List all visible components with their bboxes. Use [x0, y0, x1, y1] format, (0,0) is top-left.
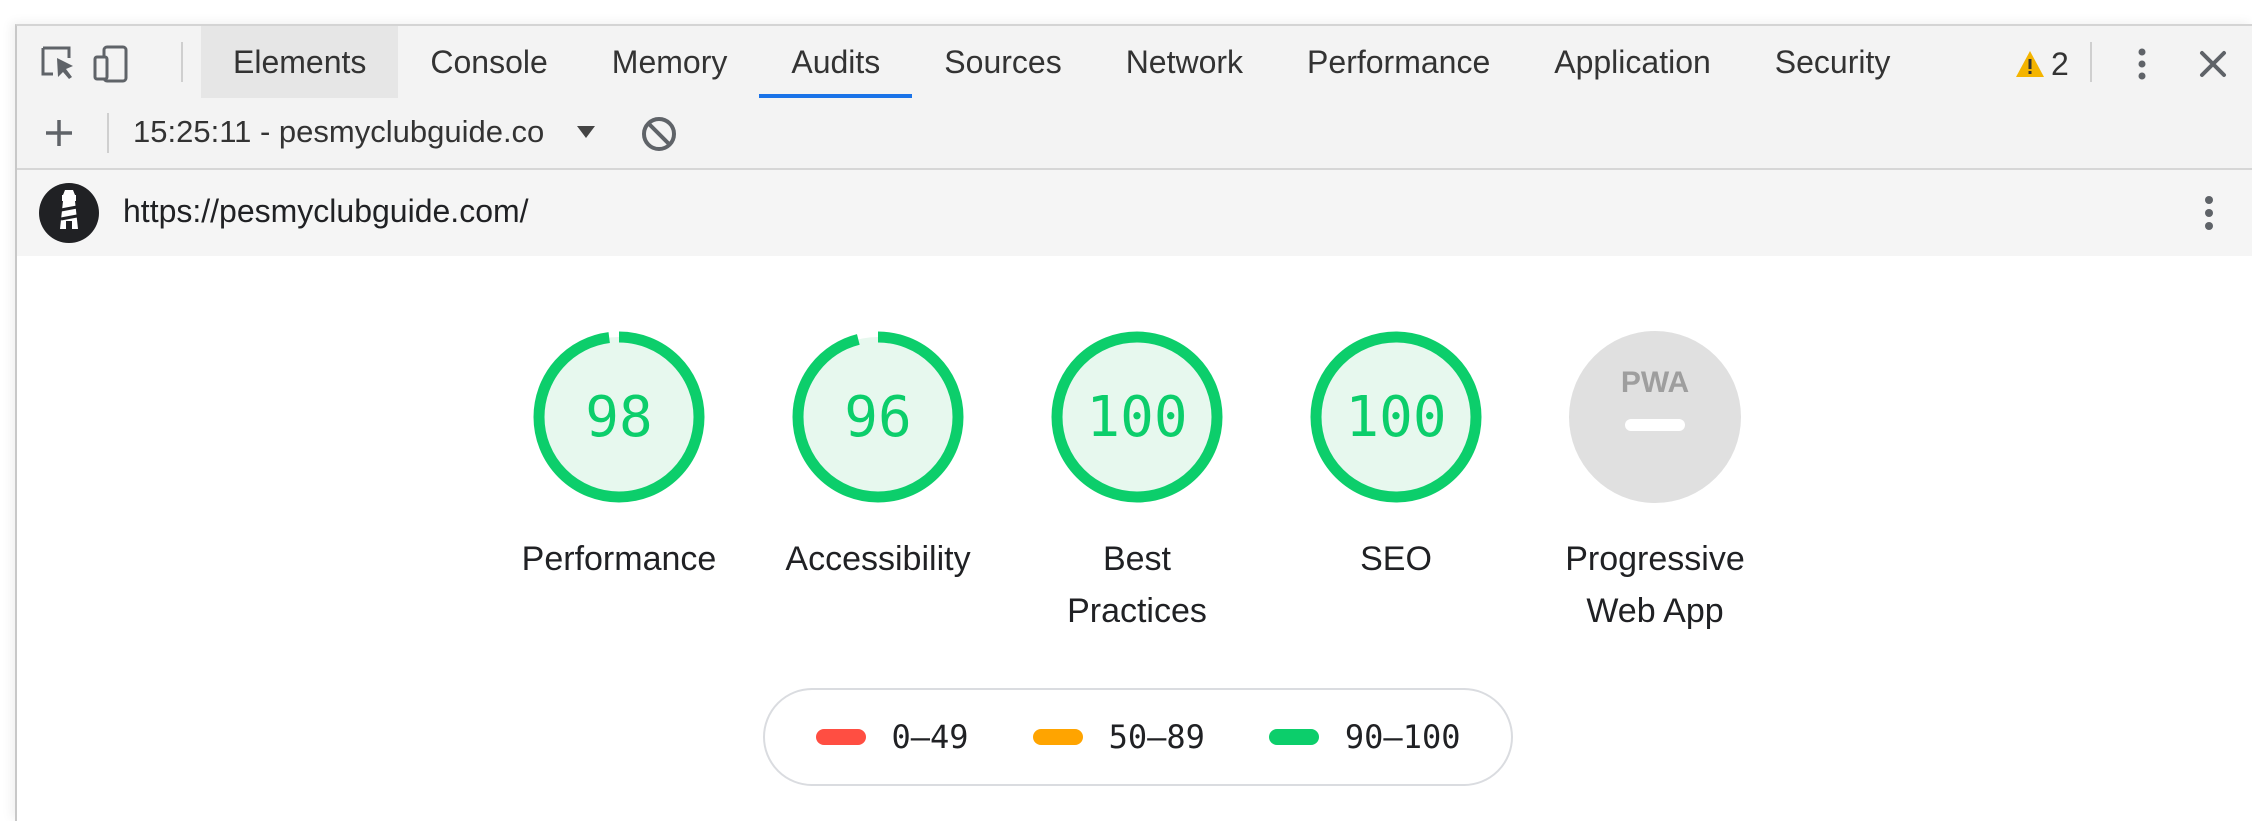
tab-memory[interactable]: Memory	[580, 26, 760, 98]
toolbar-divider	[107, 113, 109, 153]
gauge-score: 100	[1345, 385, 1446, 450]
gauge-label: SEO	[1360, 540, 1432, 578]
report-menu-icon[interactable]	[2189, 193, 2229, 233]
panel-tabs: Elements Console Memory Audits Sources N…	[201, 26, 1922, 98]
tab-application[interactable]: Application	[1522, 26, 1743, 98]
gauge-dial: 96	[792, 331, 964, 503]
devtools-tab-bar: Elements Console Memory Audits Sources N…	[17, 26, 2252, 100]
gauge-dial: 98	[533, 331, 705, 503]
legend-item-average: 50–89	[1032, 718, 1205, 756]
audits-toolbar: 15:25:11 - pesmyclubguide.co	[17, 98, 2252, 170]
gauge-label: Best Practices	[1067, 540, 1207, 630]
tab-audits[interactable]: Audits	[759, 26, 913, 98]
score-legend: 0–49 50–89 90–100	[763, 688, 1513, 786]
gauge-label: Performance	[521, 540, 717, 578]
legend-swatch	[815, 729, 866, 745]
gauge-seo[interactable]: 100 SEO	[1266, 329, 1526, 585]
gauge-dial: 100	[1310, 331, 1482, 503]
gauge-dial: 100	[1051, 331, 1223, 503]
tab-security[interactable]: Security	[1743, 26, 1923, 98]
legend-range: 90–100	[1344, 718, 1461, 756]
legend-range: 50–89	[1108, 718, 1205, 756]
legend-item-pass: 90–100	[1268, 718, 1461, 756]
device-toolbar-icon[interactable]	[91, 44, 131, 84]
pwa-badge-icon: PWA	[1569, 331, 1741, 503]
gauge-score: 100	[1086, 385, 1187, 450]
legend-swatch	[1032, 729, 1083, 745]
tab-sources[interactable]: Sources	[912, 26, 1093, 98]
close-icon[interactable]	[2193, 44, 2233, 84]
tab-performance[interactable]: Performance	[1275, 26, 1522, 98]
legend-swatch	[1268, 729, 1319, 745]
gauge-performance[interactable]: 98 Performance	[489, 329, 749, 585]
pwa-badge-text: PWA	[1621, 366, 1689, 399]
clear-all-icon[interactable]	[639, 114, 679, 154]
gauge-pwa[interactable]: PWA Progressive Web App	[1525, 329, 1785, 637]
toolbar-divider	[2090, 42, 2092, 82]
tab-elements[interactable]: Elements	[201, 26, 399, 98]
warning-icon	[2016, 51, 2044, 77]
legend-item-fail: 0–49	[815, 718, 969, 756]
gauge-score: 96	[844, 385, 911, 450]
legend-range: 0–49	[891, 718, 969, 756]
report-selector-label: 15:25:11 - pesmyclubguide.co	[133, 114, 545, 149]
new-audit-icon[interactable]	[39, 113, 79, 153]
more-options-icon[interactable]	[2122, 44, 2162, 84]
devtools-window: Elements Console Memory Audits Sources N…	[15, 24, 2252, 821]
gauge-accessibility[interactable]: 96 Accessibility	[748, 329, 1008, 585]
gauge-best-practices[interactable]: 100 Best Practices	[1007, 329, 1267, 637]
lighthouse-logo-icon	[39, 183, 99, 243]
gauge-label: Progressive Web App	[1565, 540, 1745, 630]
warning-count: 2	[2051, 45, 2069, 82]
warnings-counter[interactable]: 2	[2015, 44, 2069, 84]
gauge-score: 98	[585, 385, 652, 450]
tab-console[interactable]: Console	[398, 26, 579, 98]
dropdown-arrow-icon	[577, 126, 595, 138]
report-selector[interactable]: 15:25:11 - pesmyclubguide.co	[133, 112, 597, 152]
tab-network[interactable]: Network	[1094, 26, 1275, 98]
audited-url: https://pesmyclubguide.com/	[123, 193, 529, 229]
report-url-bar: https://pesmyclubguide.com/	[17, 170, 2252, 256]
gauge-label: Accessibility	[785, 540, 971, 578]
toolbar-divider	[181, 42, 183, 82]
inspect-element-icon[interactable]	[39, 44, 79, 84]
